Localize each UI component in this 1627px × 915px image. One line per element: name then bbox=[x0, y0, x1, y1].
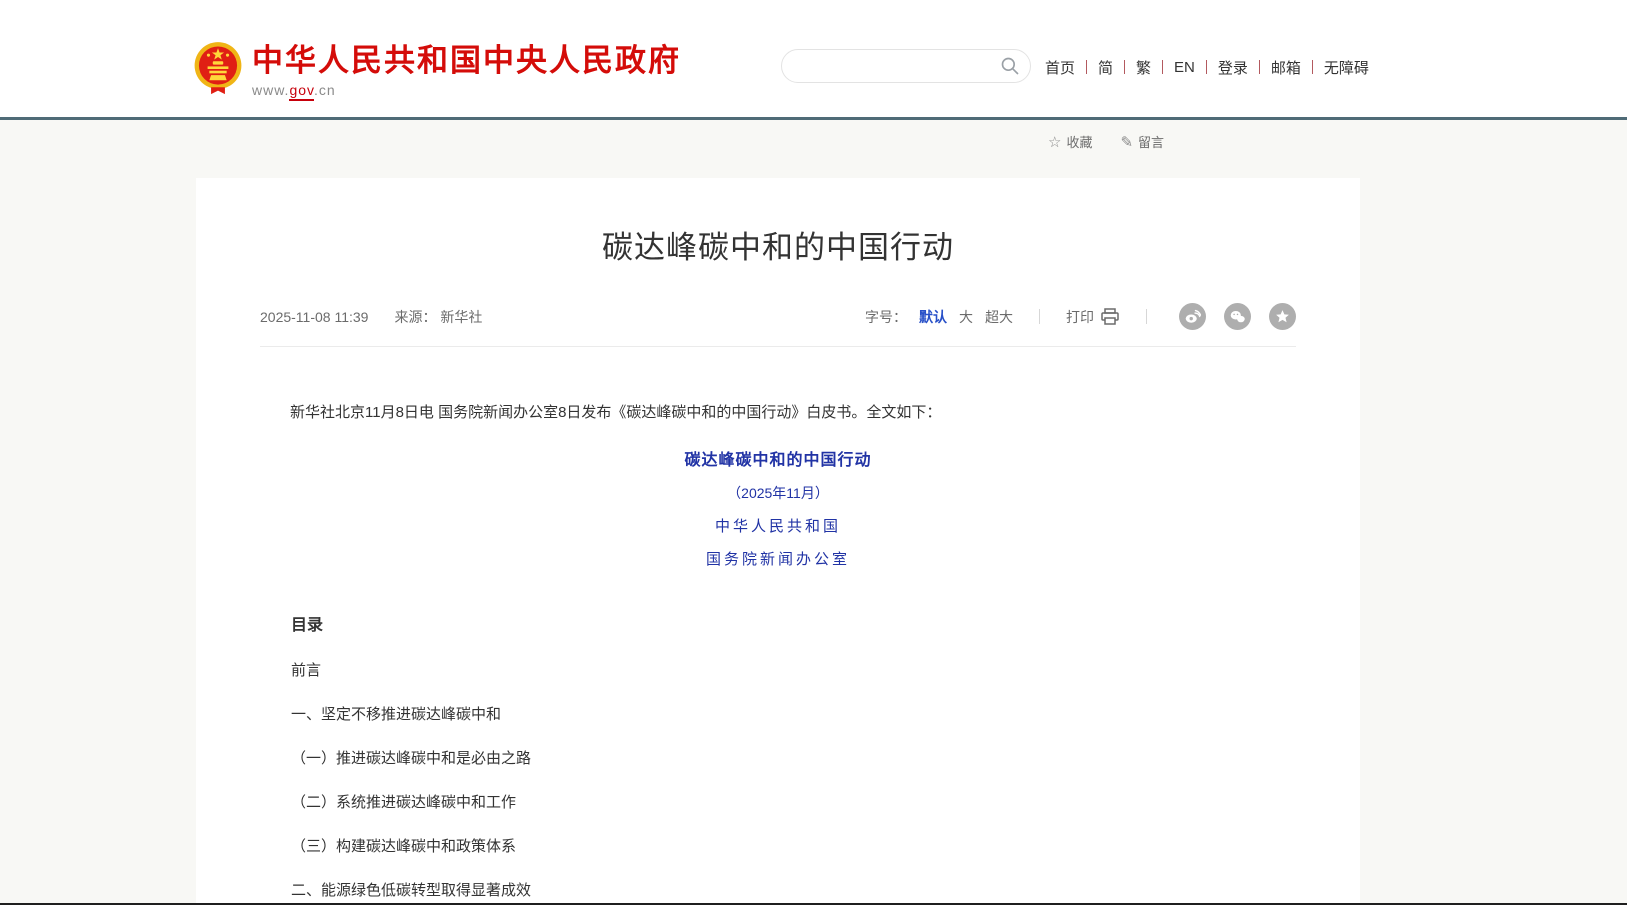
toc-item-preface[interactable]: 前言 bbox=[291, 662, 1296, 679]
toc-item-1[interactable]: 一、坚定不移推进碳达峰碳中和 bbox=[291, 706, 1296, 723]
wechat-icon bbox=[1229, 308, 1246, 325]
fontsize-label: 字号： bbox=[865, 307, 907, 327]
site-url-gov: gov bbox=[289, 82, 314, 101]
site-identity: 中华人民共和国中央人民政府 www.gov.cn bbox=[252, 44, 681, 98]
search-input[interactable] bbox=[798, 58, 1000, 74]
document-org-line2: 国务院新闻办公室 bbox=[196, 548, 1360, 569]
site-url-www: www. bbox=[252, 82, 289, 98]
meta-divider bbox=[1146, 309, 1147, 324]
print-label: 打印 bbox=[1066, 307, 1094, 327]
nav-traditional[interactable]: 繁 bbox=[1125, 57, 1162, 78]
nav-simplified[interactable]: 简 bbox=[1087, 57, 1124, 78]
site-title: 中华人民共和国中央人民政府 bbox=[252, 44, 681, 78]
document-date: （2025年11月） bbox=[196, 483, 1360, 503]
document-heading: 碳达峰碳中和的中国行动 （2025年11月） 中华人民共和国 国务院新闻办公室 bbox=[196, 446, 1360, 569]
nav-mail[interactable]: 邮箱 bbox=[1260, 57, 1312, 78]
article-source: 来源： 新华社 bbox=[394, 307, 482, 327]
nav-accessibility[interactable]: 无障碍 bbox=[1313, 57, 1380, 78]
site-header: 中华人民共和国中央人民政府 www.gov.cn 首页 简 繁 EN 登录 邮箱… bbox=[0, 0, 1627, 117]
article-card: 碳达峰碳中和的中国行动 2025-11-08 11:39 来源： 新华社 字号：… bbox=[196, 178, 1360, 915]
nav-home[interactable]: 首页 bbox=[1045, 57, 1086, 78]
article-title: 碳达峰碳中和的中国行动 bbox=[196, 222, 1360, 267]
article-meta-right: 字号： 默认 大 超大 打印 bbox=[865, 303, 1296, 330]
document-org-line1: 中华人民共和国 bbox=[196, 515, 1360, 536]
document-title: 碳达峰碳中和的中国行动 bbox=[196, 446, 1360, 470]
pencil-icon: ✎ bbox=[1120, 133, 1133, 151]
article-lead-paragraph: 新华社北京11月8日电 国务院新闻办公室8日发布《碳达峰碳中和的中国行动》白皮书… bbox=[260, 401, 1296, 424]
toc-item-2[interactable]: 二、能源绿色低碳转型取得显著成效 bbox=[291, 882, 1296, 899]
favorite-button[interactable]: ☆ 收藏 bbox=[1048, 132, 1092, 151]
viewport-bottom-strip bbox=[0, 905, 1627, 915]
search-icon[interactable] bbox=[1000, 56, 1020, 76]
print-button[interactable]: 打印 bbox=[1066, 307, 1120, 327]
top-nav: 首页 简 繁 EN 登录 邮箱 无障碍 bbox=[1045, 56, 1380, 78]
site-url-cn: .cn bbox=[314, 82, 336, 98]
fontsize-default-button[interactable]: 默认 bbox=[919, 307, 947, 327]
source-label: 来源： bbox=[394, 309, 436, 325]
page: 中华人民共和国中央人民政府 www.gov.cn 首页 简 繁 EN 登录 邮箱… bbox=[0, 0, 1627, 915]
article-meta-left: 2025-11-08 11:39 来源： 新华社 bbox=[260, 307, 482, 327]
national-emblem-logo bbox=[192, 40, 244, 98]
source-value: 新华社 bbox=[440, 309, 482, 325]
wechat-share-button[interactable] bbox=[1224, 303, 1251, 330]
toc-item-1-2[interactable]: （二）系统推进碳达峰碳中和工作 bbox=[291, 794, 1296, 811]
article-meta-row: 2025-11-08 11:39 来源： 新华社 字号： 默认 大 超大 打印 bbox=[260, 303, 1296, 347]
toc-item-1-1[interactable]: （一）推进碳达峰碳中和是必由之路 bbox=[291, 750, 1296, 767]
nav-login[interactable]: 登录 bbox=[1207, 57, 1259, 78]
message-label: 留言 bbox=[1138, 132, 1164, 151]
weibo-icon bbox=[1184, 308, 1201, 325]
site-url[interactable]: www.gov.cn bbox=[252, 82, 681, 98]
star-share-icon bbox=[1274, 308, 1291, 325]
favorite-label: 收藏 bbox=[1066, 132, 1092, 151]
toc-heading: 目录 bbox=[291, 611, 1296, 635]
message-button[interactable]: ✎ 留言 bbox=[1120, 132, 1164, 151]
search-box[interactable] bbox=[781, 49, 1031, 83]
meta-divider bbox=[1039, 309, 1040, 324]
star-outline-icon: ☆ bbox=[1048, 133, 1061, 151]
fontsize-large-button[interactable]: 大 bbox=[959, 307, 973, 327]
toc-item-1-3[interactable]: （三）构建碳达峰碳中和政策体系 bbox=[291, 838, 1296, 855]
printer-icon bbox=[1100, 308, 1120, 326]
fontsize-xlarge-button[interactable]: 超大 bbox=[985, 307, 1013, 327]
star-share-button[interactable] bbox=[1269, 303, 1296, 330]
weibo-share-button[interactable] bbox=[1179, 303, 1206, 330]
nav-english[interactable]: EN bbox=[1163, 59, 1206, 76]
article-date: 2025-11-08 11:39 bbox=[260, 309, 368, 325]
article-actions: ☆ 收藏 ✎ 留言 bbox=[1048, 132, 1164, 151]
